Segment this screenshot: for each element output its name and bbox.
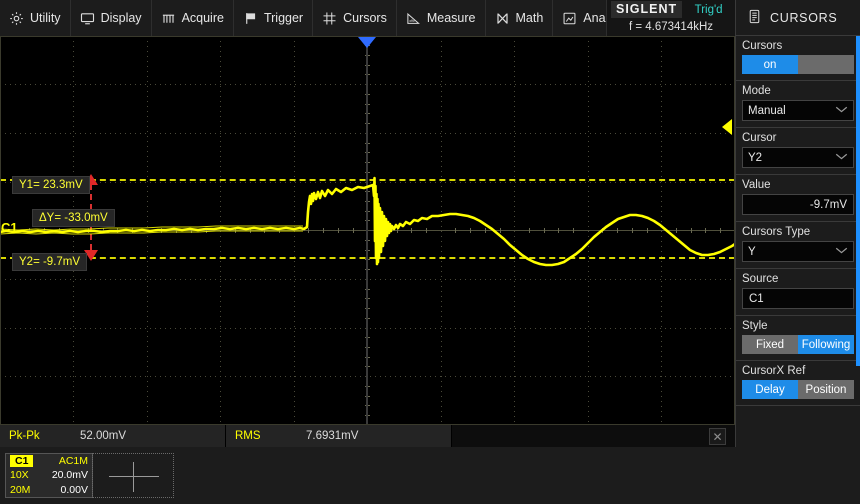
channel-name: C1 — [10, 455, 34, 468]
cursorx-ref-option-delay[interactable]: Delay — [742, 380, 798, 399]
measurement-value: 52.00mV — [80, 430, 127, 442]
menu-label-trigger: Trigger — [263, 11, 304, 25]
flag-icon — [243, 11, 258, 26]
ruler-icon — [406, 11, 421, 26]
sidebar-scrollbar[interactable] — [856, 36, 860, 366]
sidebar-header: CURSORS — [736, 0, 860, 36]
sidebar-label-cursorx-ref: CursorX Ref — [742, 365, 806, 377]
siglent-logo: SIGLENT — [611, 1, 683, 18]
measurement-item[interactable]: RMS 7.6931mV — [226, 425, 452, 447]
mode-select[interactable]: Manual — [742, 100, 854, 121]
monitor-icon — [80, 11, 95, 26]
sidebar-group-cursorx-ref: CursorX Ref Delay Position — [736, 361, 860, 406]
close-icon[interactable]: ✕ — [709, 428, 726, 445]
sidebar-group-cursor: Cursor Y2 — [736, 128, 860, 175]
cursors-type-select[interactable]: Y — [742, 241, 854, 262]
sidebar-group-value: Value -9.7mV — [736, 175, 860, 222]
channel-scale: 20.0mV — [51, 469, 88, 482]
sidebar-group-style: Style Fixed Following — [736, 316, 860, 361]
math-icon — [495, 11, 510, 26]
sidebar-label-cursors: Cursors — [742, 40, 783, 52]
channel-offset: 0.00V — [60, 483, 88, 496]
sidebar-label-cursor: Cursor — [742, 132, 777, 144]
sidebar-group-cursors-type: Cursors Type Y — [736, 222, 860, 269]
measurement-item[interactable]: Pk-Pk 52.00mV — [0, 425, 226, 447]
menu-item-cursors[interactable]: Cursors — [313, 0, 397, 36]
menu-item-acquire[interactable]: Acquire — [152, 0, 234, 36]
cursors-toggle-on[interactable]: on — [742, 55, 798, 74]
sidebar-group-source: Source C1 — [736, 269, 860, 316]
cursors-sidebar: CURSORS Cursors on Mode Manual Cursor Y2 — [735, 0, 860, 447]
menu-item-display[interactable]: Display — [71, 0, 152, 36]
sidebar-label-style: Style — [742, 320, 768, 332]
channel-coupling: AC1M — [58, 455, 88, 468]
acquire-icon — [161, 11, 176, 26]
reference-thumbnail[interactable] — [92, 453, 174, 498]
analysis-icon — [562, 11, 577, 26]
gear-icon — [9, 11, 24, 26]
channel-info-box[interactable]: C1 AC1M 10X 20.0mV 20M 0.00V — [5, 453, 93, 498]
style-option-following[interactable]: Following — [798, 335, 854, 354]
menu-label-acquire: Acquire — [181, 11, 224, 25]
menu-label-utility: Utility — [30, 11, 61, 25]
sidebar-title: CURSORS — [770, 10, 838, 25]
chevron-down-icon — [835, 152, 848, 163]
cursor-value: Y2 — [748, 151, 763, 164]
brand-status-block: SIGLENT Trig'd f = 4.673414kHz — [606, 0, 735, 36]
sidebar-label-source: Source — [742, 273, 779, 285]
style-option-fixed[interactable]: Fixed — [742, 335, 798, 354]
sidebar-label-cursors-type: Cursors Type — [742, 226, 811, 238]
menu-item-math[interactable]: Math — [486, 0, 554, 36]
measurement-bar: Pk-Pk 52.00mV RMS 7.6931mV ✕ — [0, 425, 735, 447]
crosshair-icon — [109, 476, 159, 477]
menu-label-math: Math — [515, 11, 544, 25]
waveform-display[interactable]: Y1= 23.3mV ΔY= -33.0mV Y2= -9.7mV C1 — [0, 36, 735, 425]
measurement-name: Pk-Pk — [9, 430, 40, 442]
chevron-down-icon — [835, 246, 848, 257]
menu-label-cursors: Cursors — [343, 11, 387, 25]
chevron-down-icon — [835, 105, 848, 116]
waveform-trace — [0, 176, 735, 267]
cursors-type-value: Y — [748, 245, 756, 258]
sidebar-label-mode: Mode — [742, 85, 771, 97]
sidebar-label-value: Value — [742, 179, 771, 191]
cursors-toggle-off[interactable] — [798, 55, 854, 74]
value-field[interactable]: -9.7mV — [742, 194, 854, 215]
sidebar-group-cursors: Cursors on — [736, 36, 860, 81]
bottom-status-bar: C1 AC1M 10X 20.0mV 20M 0.00V Timebase 0.… — [0, 447, 860, 504]
menu-item-trigger[interactable]: Trigger — [234, 0, 314, 36]
menu-item-measure[interactable]: Measure — [397, 0, 486, 36]
mode-value: Manual — [748, 104, 786, 117]
menu-label-measure: Measure — [426, 11, 476, 25]
source-field[interactable]: C1 — [742, 288, 854, 309]
cursor-select[interactable]: Y2 — [742, 147, 854, 168]
measurement-name: RMS — [235, 430, 261, 442]
menu-label-display: Display — [100, 11, 142, 25]
style-segmented-control[interactable]: Fixed Following — [742, 335, 854, 354]
cursors-toggle[interactable]: on — [742, 55, 854, 74]
trigger-status: Trig'd — [694, 3, 723, 16]
menu-item-utility[interactable]: Utility — [0, 0, 71, 36]
channel-probe: 10X — [10, 469, 29, 482]
cursorx-ref-segmented-control[interactable]: Delay Position — [742, 380, 854, 399]
cursorx-ref-option-position[interactable]: Position — [798, 380, 854, 399]
sidebar-group-mode: Mode Manual — [736, 81, 860, 128]
oscilloscope-screen: Utility Display Acquire Trigger Cursors … — [0, 0, 860, 504]
measurement-value: 7.6931mV — [306, 430, 359, 442]
frequency-readout: f = 4.673414kHz — [628, 21, 714, 33]
channel-bandwidth: 20M — [10, 483, 31, 496]
crosshair-icon — [133, 462, 134, 492]
crosshair-grid-icon — [322, 11, 337, 26]
cursors-panel-icon — [748, 9, 761, 27]
